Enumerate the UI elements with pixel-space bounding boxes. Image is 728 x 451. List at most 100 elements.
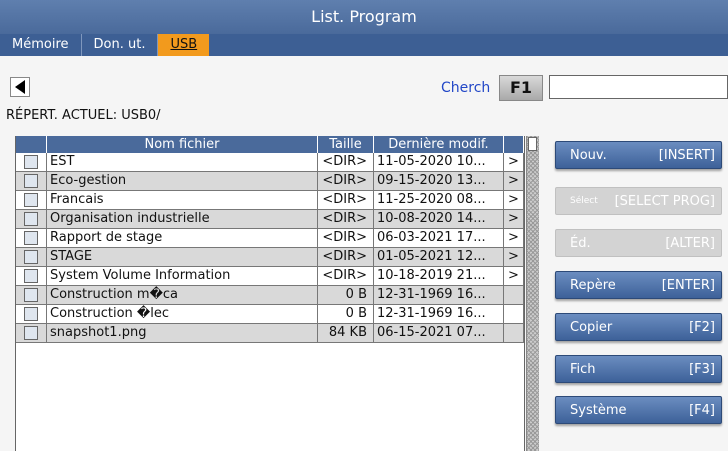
table-row[interactable]: snapshot1.png 84 KB 06-15-2021 07... <box>16 324 524 343</box>
side-button-copier[interactable]: Copier [F2] <box>555 313 722 341</box>
file-modified: 10-18-2019 21... <box>374 267 504 285</box>
side-button-syst-me[interactable]: Système [F4] <box>555 396 722 424</box>
row-checkbox[interactable] <box>24 231 38 245</box>
side-button-rep-re[interactable]: Repère [ENTER] <box>555 271 722 299</box>
table-row[interactable]: STAGE <DIR> 01-05-2021 12... > <box>16 248 524 267</box>
file-name: snapshot1.png <box>47 324 318 342</box>
file-modified: 06-15-2021 07... <box>374 324 504 342</box>
open-folder-arrow <box>504 305 524 323</box>
vertical-scrollbar[interactable] <box>526 136 539 451</box>
side-button--d-[interactable]: Éd. [ALTER] <box>555 229 722 257</box>
tab-bar: Mémoire Don. ut. USB <box>0 34 728 56</box>
file-size: <DIR> <box>318 191 374 209</box>
side-button-fich[interactable]: Fich [F3] <box>555 355 722 383</box>
table-row[interactable]: System Volume Information <DIR> 10-18-2019… <box>16 267 524 286</box>
row-checkbox[interactable] <box>24 193 38 207</box>
row-checkbox-cell[interactable] <box>16 153 47 171</box>
file-name: Construction m�ca <box>47 286 318 304</box>
table-row[interactable]: Construction �lec 0 B 12-31-1969 16... <box>16 305 524 324</box>
open-folder-arrow[interactable]: > <box>504 210 524 228</box>
row-checkbox[interactable] <box>24 307 38 321</box>
search-label: Cherch <box>441 80 491 96</box>
search-input[interactable] <box>549 75 728 99</box>
side-button-s-lect[interactable]: Sélect [SELECT PROG] <box>555 187 722 215</box>
open-folder-arrow <box>504 324 524 342</box>
open-folder-arrow[interactable]: > <box>504 267 524 285</box>
row-checkbox-cell[interactable] <box>16 286 47 304</box>
file-name: Organisation industrielle <box>47 210 318 228</box>
file-size: 0 B <box>318 286 374 304</box>
file-size: 0 B <box>318 305 374 323</box>
tab-usb[interactable]: USB <box>158 34 210 56</box>
row-checkbox[interactable] <box>24 174 38 188</box>
file-name: Construction �lec <box>47 305 318 323</box>
tab-memoire[interactable]: Mémoire <box>0 34 82 56</box>
file-modified: 09-15-2020 13... <box>374 172 504 190</box>
side-button-label: Copier <box>570 319 613 335</box>
file-size: <DIR> <box>318 229 374 247</box>
header-name[interactable]: Nom fichier <box>47 136 318 153</box>
search-f1-key[interactable]: F1 <box>499 75 543 101</box>
side-button-key: [F3] <box>689 361 715 377</box>
file-name: Francais <box>47 191 318 209</box>
tab-usb-label: USB <box>170 37 198 52</box>
open-folder-arrow[interactable]: > <box>504 248 524 266</box>
open-folder-arrow <box>504 286 524 304</box>
row-checkbox[interactable] <box>24 269 38 283</box>
table-row[interactable]: Francais <DIR> 11-25-2020 08... > <box>16 191 524 210</box>
open-folder-arrow[interactable]: > <box>504 229 524 247</box>
file-size: <DIR> <box>318 267 374 285</box>
side-button-key: [SELECT PROG] <box>614 193 715 209</box>
row-checkbox[interactable] <box>24 288 38 302</box>
file-name: Rapport de stage <box>47 229 318 247</box>
open-folder-arrow[interactable]: > <box>504 153 524 171</box>
table-body: EST <DIR> 11-05-2020 10... > Eco-gestion <DIR… <box>16 153 524 343</box>
file-modified: 12-31-1969 16... <box>374 286 504 304</box>
side-button-label: Éd. <box>570 235 591 251</box>
open-folder-arrow[interactable]: > <box>504 191 524 209</box>
file-name: STAGE <box>47 248 318 266</box>
row-checkbox-cell[interactable] <box>16 191 47 209</box>
table-row[interactable]: Eco-gestion <DIR> 09-15-2020 13... > <box>16 172 524 191</box>
header-modified[interactable]: Dernière modif. <box>374 136 504 153</box>
table-row[interactable]: Organisation industrielle <DIR> 10-08-2020… <box>16 210 524 229</box>
table-row[interactable]: Construction m�ca 0 B 12-31-1969 16... <box>16 286 524 305</box>
table-row[interactable]: EST <DIR> 11-05-2020 10... > <box>16 153 524 172</box>
row-checkbox[interactable] <box>24 212 38 226</box>
table-header: Nom fichier Taille Dernière modif. <box>16 136 524 153</box>
side-button-label: Fich <box>570 361 596 377</box>
header-size[interactable]: Taille <box>318 136 374 153</box>
row-checkbox-cell[interactable] <box>16 248 47 266</box>
header-select <box>16 136 47 153</box>
file-size: <DIR> <box>318 248 374 266</box>
file-name: System Volume Information <box>47 267 318 285</box>
scroll-up-arrow[interactable] <box>528 137 537 151</box>
table-row[interactable]: Rapport de stage <DIR> 06-03-2021 17... > <box>16 229 524 248</box>
row-checkbox[interactable] <box>24 326 38 340</box>
file-modified: 06-03-2021 17... <box>374 229 504 247</box>
file-modified: 01-05-2021 12... <box>374 248 504 266</box>
back-button[interactable] <box>10 77 30 97</box>
side-button-nouv-[interactable]: Nouv. [INSERT] <box>555 141 722 169</box>
header-arrow <box>504 136 524 153</box>
file-size: <DIR> <box>318 210 374 228</box>
side-button-key: [ENTER] <box>661 277 715 293</box>
side-button-label: Nouv. <box>570 147 607 163</box>
row-checkbox-cell[interactable] <box>16 229 47 247</box>
file-size: <DIR> <box>318 153 374 171</box>
open-folder-arrow[interactable]: > <box>504 172 524 190</box>
row-checkbox[interactable] <box>24 250 38 264</box>
row-checkbox[interactable] <box>24 155 38 169</box>
file-modified: 11-05-2020 10... <box>374 153 504 171</box>
row-checkbox-cell[interactable] <box>16 172 47 190</box>
row-checkbox-cell[interactable] <box>16 324 47 342</box>
side-button-label: Système <box>570 402 627 418</box>
row-checkbox-cell[interactable] <box>16 267 47 285</box>
side-button-key: [F2] <box>689 319 715 335</box>
file-size: 84 KB <box>318 324 374 342</box>
row-checkbox-cell[interactable] <box>16 305 47 323</box>
row-checkbox-cell[interactable] <box>16 210 47 228</box>
left-triangle-icon <box>15 80 25 94</box>
file-name: Eco-gestion <box>47 172 318 190</box>
tab-donnees-utilisateur[interactable]: Don. ut. <box>82 34 159 56</box>
